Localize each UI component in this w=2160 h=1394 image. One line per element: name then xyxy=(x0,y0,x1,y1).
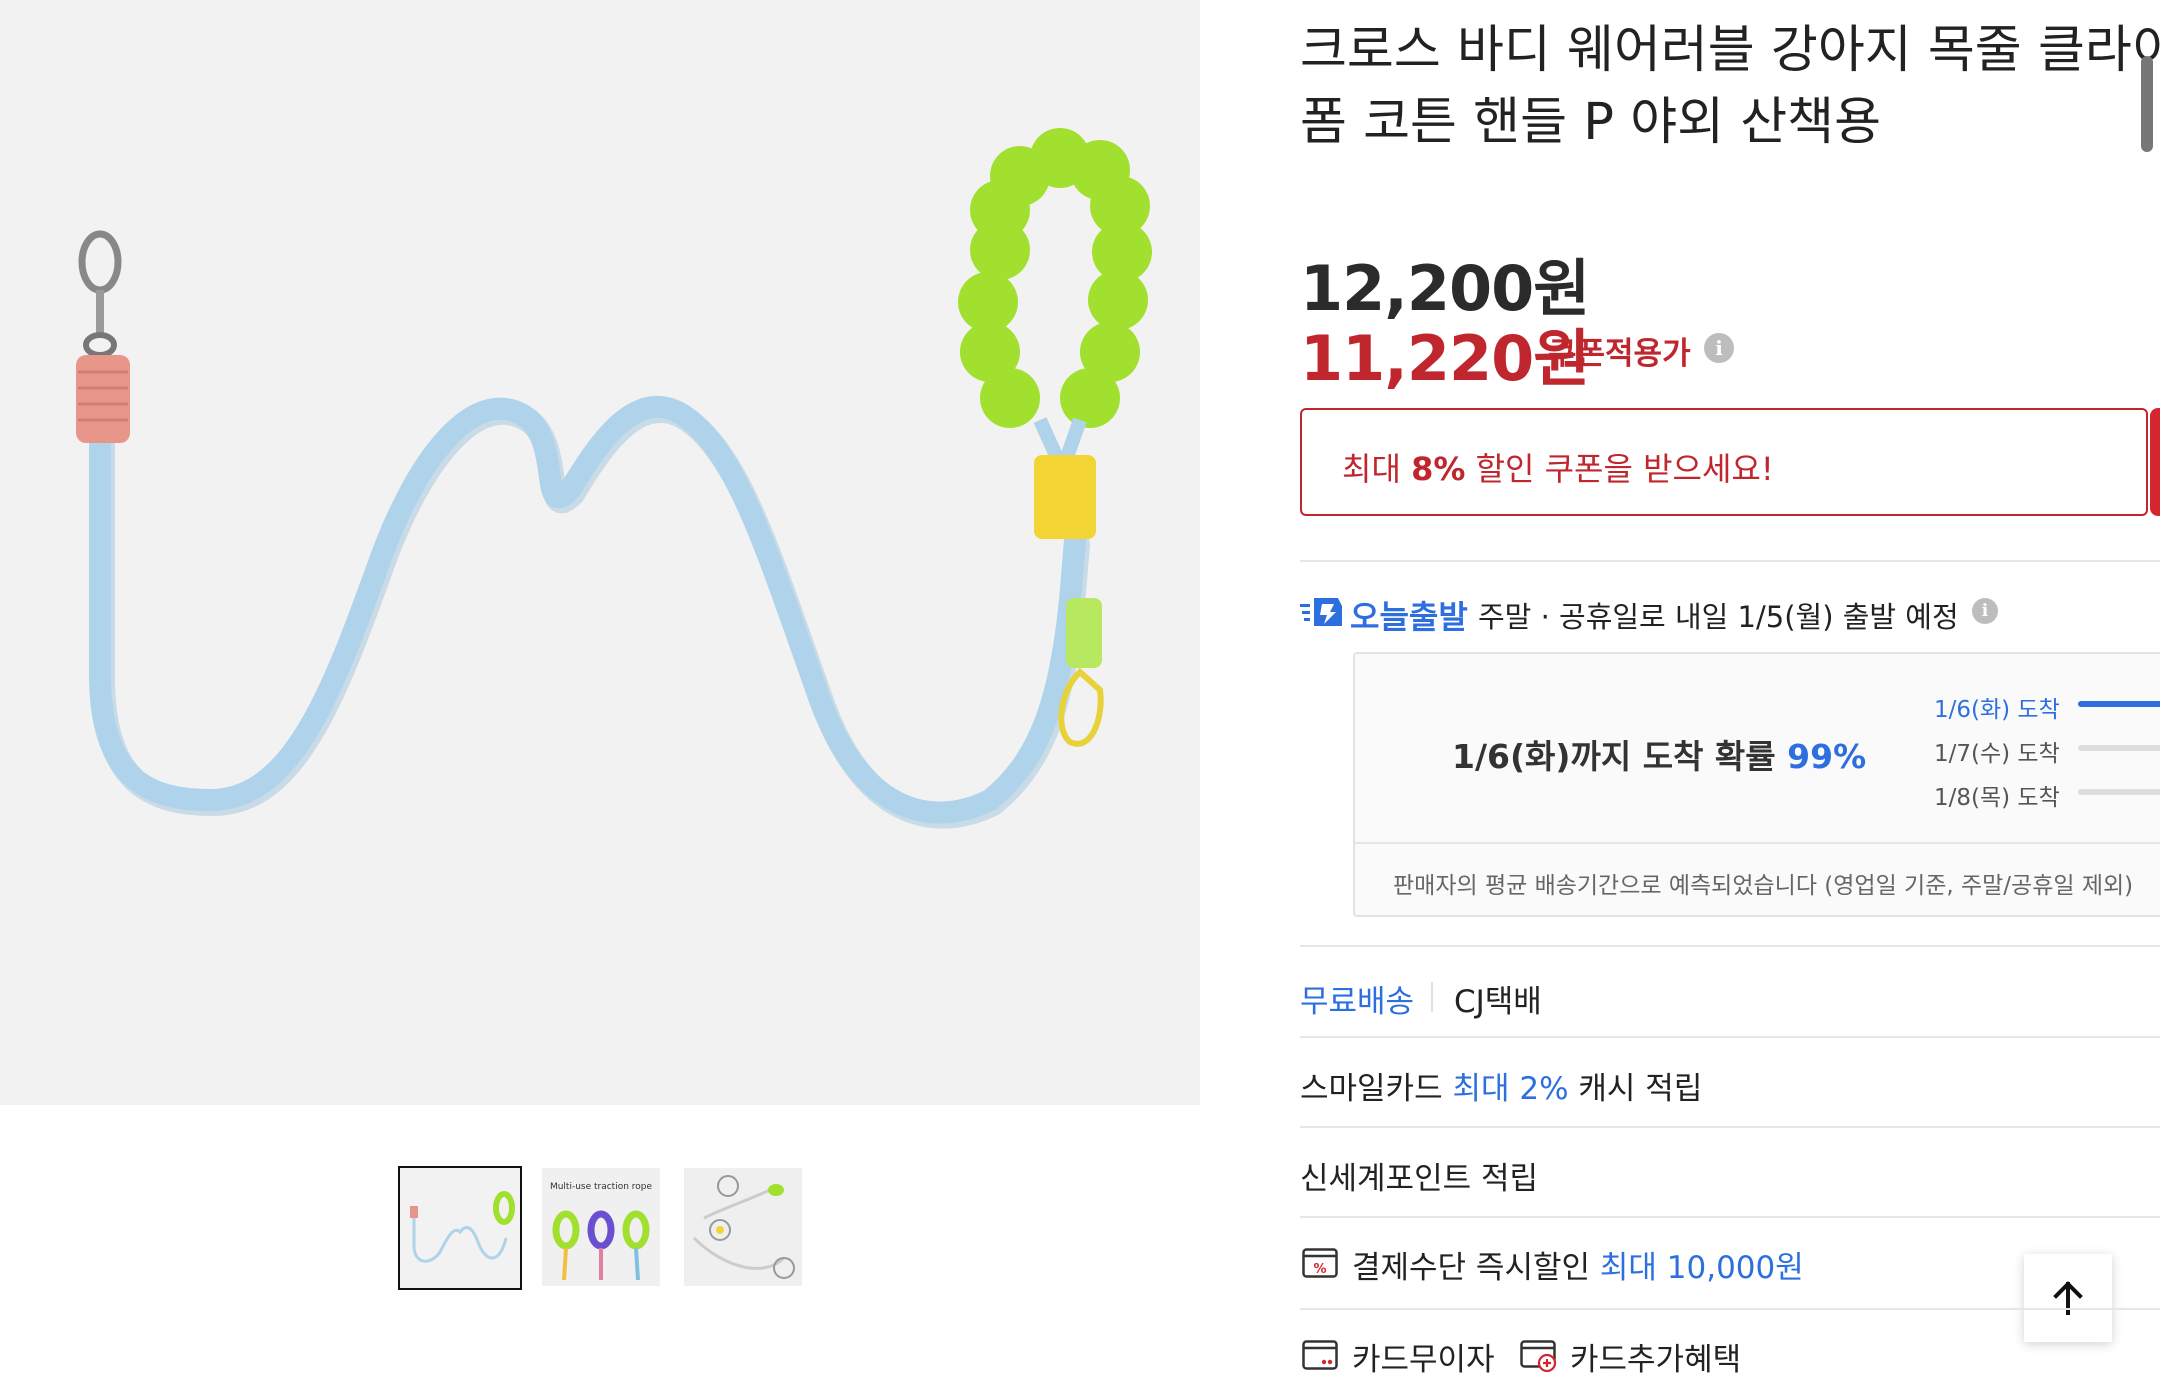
fast-delivery-icon xyxy=(1300,598,1342,626)
coupon-price-label: 쿠폰적용가 xyxy=(1548,336,1691,372)
arrival-probability-text: 1/6(화)까지 도착 확률 99% xyxy=(1452,737,1867,776)
thumbnail-3[interactable] xyxy=(684,1168,802,1286)
arrival-row-label: 1/8(목) 도착 xyxy=(1934,785,2060,811)
divider xyxy=(1300,1216,2160,1218)
shinsegae-point-benefit[interactable]: 신세계포인트 적립 xyxy=(1300,1153,1538,1198)
arrival-row-bar xyxy=(2078,789,2160,795)
coupon-tab[interactable] xyxy=(2150,408,2160,516)
coupon-price: 11,220원 xyxy=(1300,322,1590,395)
percent-card-icon: % xyxy=(1302,1248,1338,1278)
coupon-banner-text: 최대 8% 할인 쿠폰을 받으세요! xyxy=(1342,450,1774,488)
info-icon[interactable]: i xyxy=(1704,333,1734,363)
product-title: 크로스 바디 웨어러블 강아지 목줄 클라이 폼 코튼 핸들 P 야외 산책용 xyxy=(1300,15,2160,155)
card-icon xyxy=(1302,1340,1338,1370)
svg-text:%: % xyxy=(1313,1262,1326,1277)
card-no-interest[interactable]: 카드무이자 xyxy=(1352,1334,1495,1379)
divider xyxy=(1300,560,2160,562)
thumbnail-2[interactable]: Multi-use traction rope xyxy=(542,1168,660,1286)
thumbnail-caption: Multi-use traction rope xyxy=(549,1182,653,1192)
product-title-line-2: 폼 코튼 핸들 P 야외 산책용 xyxy=(1300,93,1882,152)
arrival-row-bar xyxy=(2078,701,2160,707)
payment-instant-discount[interactable]: 결제수단 즉시할인 최대 10,000원 xyxy=(1352,1242,1804,1287)
card-extra-benefit[interactable]: 카드추가혜택 xyxy=(1570,1334,1741,1379)
product-title-line-1: 크로스 바디 웨어러블 강아지 목줄 클라이 xyxy=(1300,21,2160,80)
divider xyxy=(1355,842,2160,844)
courier-name: CJ택배 xyxy=(1454,984,1542,1020)
main-product-image xyxy=(0,0,1200,1105)
arrival-row-label: 1/7(수) 도착 xyxy=(1934,741,2060,767)
thumbnail-1[interactable] xyxy=(398,1166,522,1290)
free-shipping-label: 무료배송 xyxy=(1300,984,1415,1020)
divider xyxy=(1300,1308,2160,1310)
today-shipping-label: 오늘출발 xyxy=(1350,598,1468,636)
arrival-row-label: 1/6(화) 도착 xyxy=(1934,697,2060,723)
coupon-download-banner[interactable]: 최대 8% 할인 쿠폰을 받으세요! xyxy=(1300,408,2148,516)
scrollbar-thumb[interactable] xyxy=(2141,56,2153,152)
card-plus-icon xyxy=(1520,1340,1557,1372)
separator xyxy=(1431,982,1433,1012)
divider xyxy=(1300,1126,2160,1128)
shipping-description: 주말 · 공휴일로 내일 1/5(월) 출발 예정 xyxy=(1478,600,1959,634)
info-icon[interactable]: i xyxy=(1972,598,1998,624)
scroll-to-top-button[interactable] xyxy=(2024,1254,2112,1342)
smile-card-benefit[interactable]: 스마일카드 최대 2% 캐시 적립 xyxy=(1300,1063,1702,1108)
arrival-note: 판매자의 평균 배송기간으로 예측되었습니다 (영업일 기준, 주말/공휴일 제… xyxy=(1393,873,2134,899)
divider xyxy=(1300,1036,2160,1038)
arrival-row-bar xyxy=(2078,745,2160,751)
divider xyxy=(1300,945,2160,947)
arrow-up-icon xyxy=(2053,1281,2083,1315)
